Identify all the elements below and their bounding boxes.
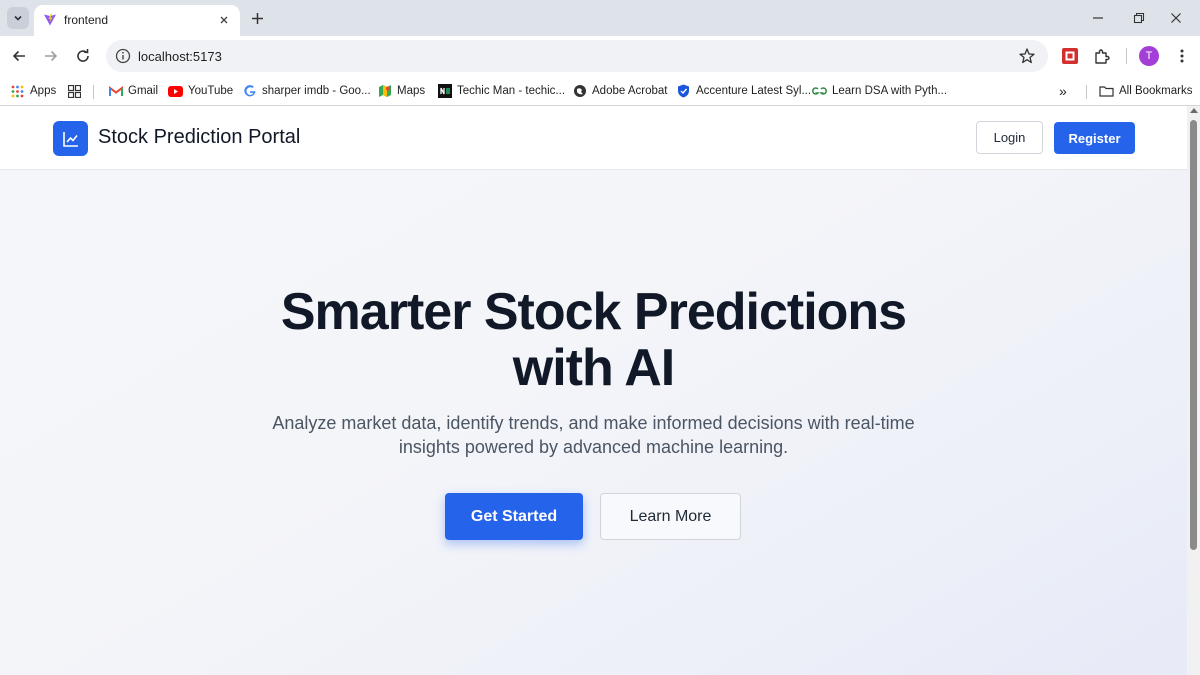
folder-icon <box>1099 84 1114 99</box>
close-window-button[interactable] <box>1166 8 1186 28</box>
bookmark-label: Techic Man - techic... <box>457 85 566 97</box>
url-text: localhost:5173 <box>138 49 222 64</box>
google-icon <box>242 84 257 99</box>
trending-chart-icon <box>62 131 78 147</box>
bookmark-label: sharper imdb - Goo... <box>262 85 371 97</box>
bookmark-label: YouTube <box>188 85 234 97</box>
tab-title: frontend <box>64 13 109 27</box>
arrow-left-icon <box>12 50 25 62</box>
address-bar[interactable]: localhost:5173 <box>106 40 1048 72</box>
bookmark-label: Apps <box>30 85 57 97</box>
bookmark-label: All Bookmarks <box>1119 85 1193 97</box>
browser-tab[interactable]: frontend <box>34 5 240 36</box>
hero-subtitle-line: Analyze market data, identify trends, an… <box>272 413 915 433</box>
brand-name[interactable]: Stock Prediction Portal <box>98 126 300 149</box>
browser-toolbar: localhost:5173 T <box>0 36 1200 76</box>
gmail-icon <box>108 84 123 99</box>
hero-title-line: Smarter Stock Predictions <box>280 283 907 341</box>
geeksforgeeks-icon <box>812 84 827 99</box>
restore-icon <box>1133 12 1145 24</box>
extension-button[interactable] <box>1060 46 1080 66</box>
bookmarks-bar: Apps Gmail YouTube sharper imdb - Goo...… <box>0 76 1200 106</box>
bookmark-gmail[interactable]: Gmail <box>108 81 158 101</box>
bookmarks-overflow-button[interactable]: » <box>1059 81 1067 101</box>
bookmark-label: Adobe Acrobat <box>592 85 668 97</box>
back-button[interactable] <box>7 44 31 68</box>
bookmark-label: Gmail <box>128 85 159 97</box>
extension-logo-icon <box>1062 48 1078 64</box>
hero-subtitle-line: insights powered by advanced machine lea… <box>398 437 789 457</box>
get-started-button[interactable]: Get Started <box>445 493 583 540</box>
extensions-menu-button[interactable] <box>1092 46 1112 66</box>
page-scrollbar[interactable] <box>1187 106 1200 675</box>
youtube-icon <box>168 84 183 99</box>
shield-icon <box>676 84 691 99</box>
bookmark-label: Maps <box>397 85 426 97</box>
techic-man-icon <box>437 84 452 99</box>
chevron-down-icon <box>14 15 22 21</box>
bookmark-google-search[interactable]: sharper imdb - Goo... <box>242 81 371 101</box>
scrollbar-thumb[interactable] <box>1190 120 1197 550</box>
bookmark-maps[interactable]: Maps <box>377 81 425 101</box>
scroll-up-arrow-icon[interactable] <box>1190 108 1198 113</box>
forward-button[interactable] <box>39 44 63 68</box>
page-viewport: Stock Prediction Portal Login Register S… <box>0 106 1187 675</box>
tab-close-button[interactable] <box>216 12 232 28</box>
info-icon <box>115 48 131 64</box>
login-button[interactable]: Login <box>976 121 1043 154</box>
brand-logo[interactable] <box>53 121 88 156</box>
new-tab-button[interactable] <box>248 9 266 27</box>
minimize-icon <box>1093 17 1103 19</box>
all-bookmarks-button[interactable]: All Bookmarks <box>1099 81 1193 101</box>
bookmark-label: Learn DSA with Pyth... <box>832 85 948 97</box>
bookmark-youtube[interactable]: YouTube <box>168 81 233 101</box>
bookmark-google-apps[interactable] <box>67 81 87 101</box>
restore-button[interactable] <box>1129 8 1149 28</box>
plus-icon <box>251 12 263 24</box>
hero-title-line: with AI <box>512 339 676 397</box>
bookmark-apps[interactable]: Apps <box>10 81 56 101</box>
bookmarks-separator <box>1086 85 1087 99</box>
star-icon[interactable] <box>1018 47 1036 65</box>
learn-more-button[interactable]: Learn More <box>600 493 741 540</box>
close-icon <box>220 16 228 24</box>
bookmark-learn-dsa[interactable]: Learn DSA with Pyth... <box>812 81 947 101</box>
toolbar-separator <box>1126 48 1127 64</box>
tab-search-button[interactable] <box>7 7 29 29</box>
browser-menu-button[interactable] <box>1172 46 1192 66</box>
minimize-button[interactable] <box>1088 8 1108 28</box>
bookmark-label: Accenture Latest Syl... <box>696 85 812 97</box>
apps-grid-icon <box>10 84 25 99</box>
arrow-right-icon <box>45 50 58 62</box>
hero-subtitle: Analyze market data, identify trends, an… <box>270 411 917 459</box>
grid-icon <box>67 84 82 99</box>
puzzle-icon <box>1095 49 1110 64</box>
bookmarks-separator <box>93 85 94 99</box>
maps-icon <box>377 84 392 99</box>
close-icon <box>1171 13 1181 23</box>
register-button[interactable]: Register <box>1054 122 1135 154</box>
bookmark-techic-man[interactable]: Techic Man - techic... <box>437 81 565 101</box>
reload-icon <box>77 49 89 62</box>
globe-icon <box>572 84 587 99</box>
profile-avatar[interactable]: T <box>1139 46 1159 66</box>
kebab-menu-icon <box>1180 49 1184 63</box>
site-navbar: Stock Prediction Portal Login Register <box>0 106 1187 170</box>
reload-button[interactable] <box>71 44 95 68</box>
bookmark-adobe-acrobat[interactable]: Adobe Acrobat <box>572 81 667 101</box>
browser-tab-strip: frontend <box>0 0 1200 36</box>
bookmark-accenture[interactable]: Accenture Latest Syl... <box>676 81 811 101</box>
vite-logo-icon <box>44 13 56 26</box>
hero-title: Smarter Stock Predictions with AI <box>0 284 1187 396</box>
